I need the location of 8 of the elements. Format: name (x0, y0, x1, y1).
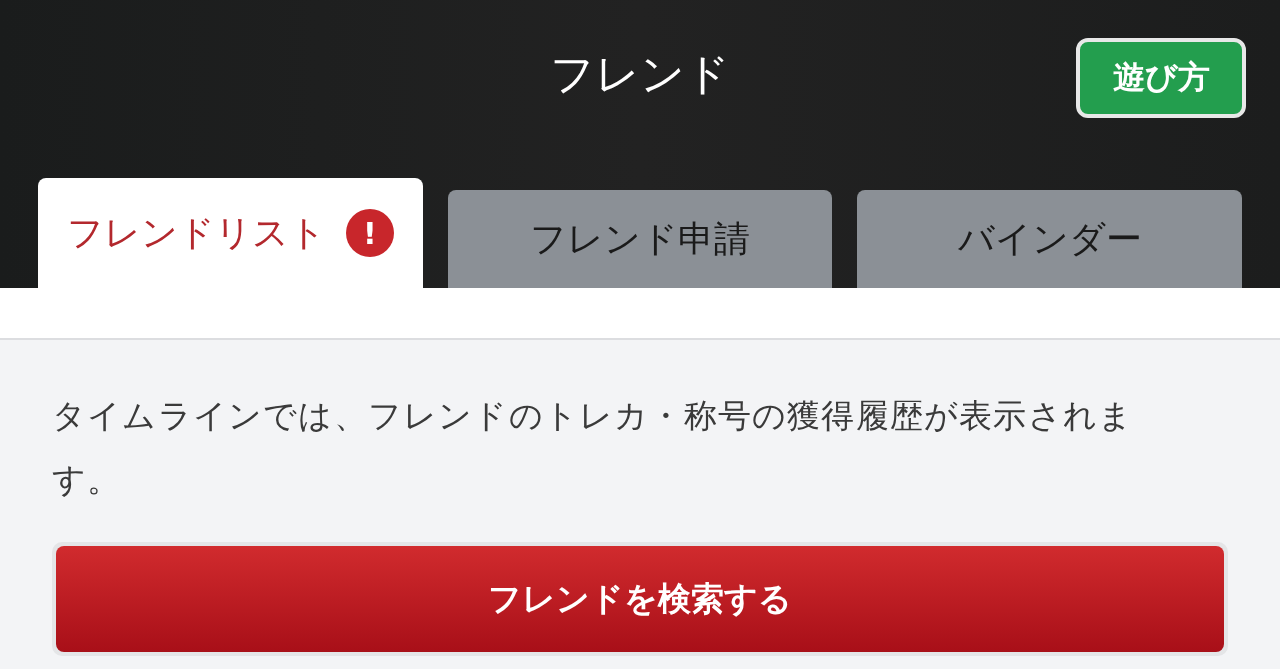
alert-badge: ! (345, 209, 394, 257)
help-button[interactable]: 遊び方 (1076, 38, 1246, 118)
page-title: フレンド (550, 46, 730, 101)
tab[interactable]: フレンドリスト ! (38, 178, 423, 288)
tab[interactable]: バインダー (857, 190, 1242, 288)
search-friend-button[interactable]: フレンドを検索する (56, 546, 1224, 652)
tab[interactable]: フレンド申請 (447, 190, 833, 288)
info-text: タイムラインでは、フレンドのトレカ・称号の獲得履歴が表示されます。 (52, 395, 1135, 501)
